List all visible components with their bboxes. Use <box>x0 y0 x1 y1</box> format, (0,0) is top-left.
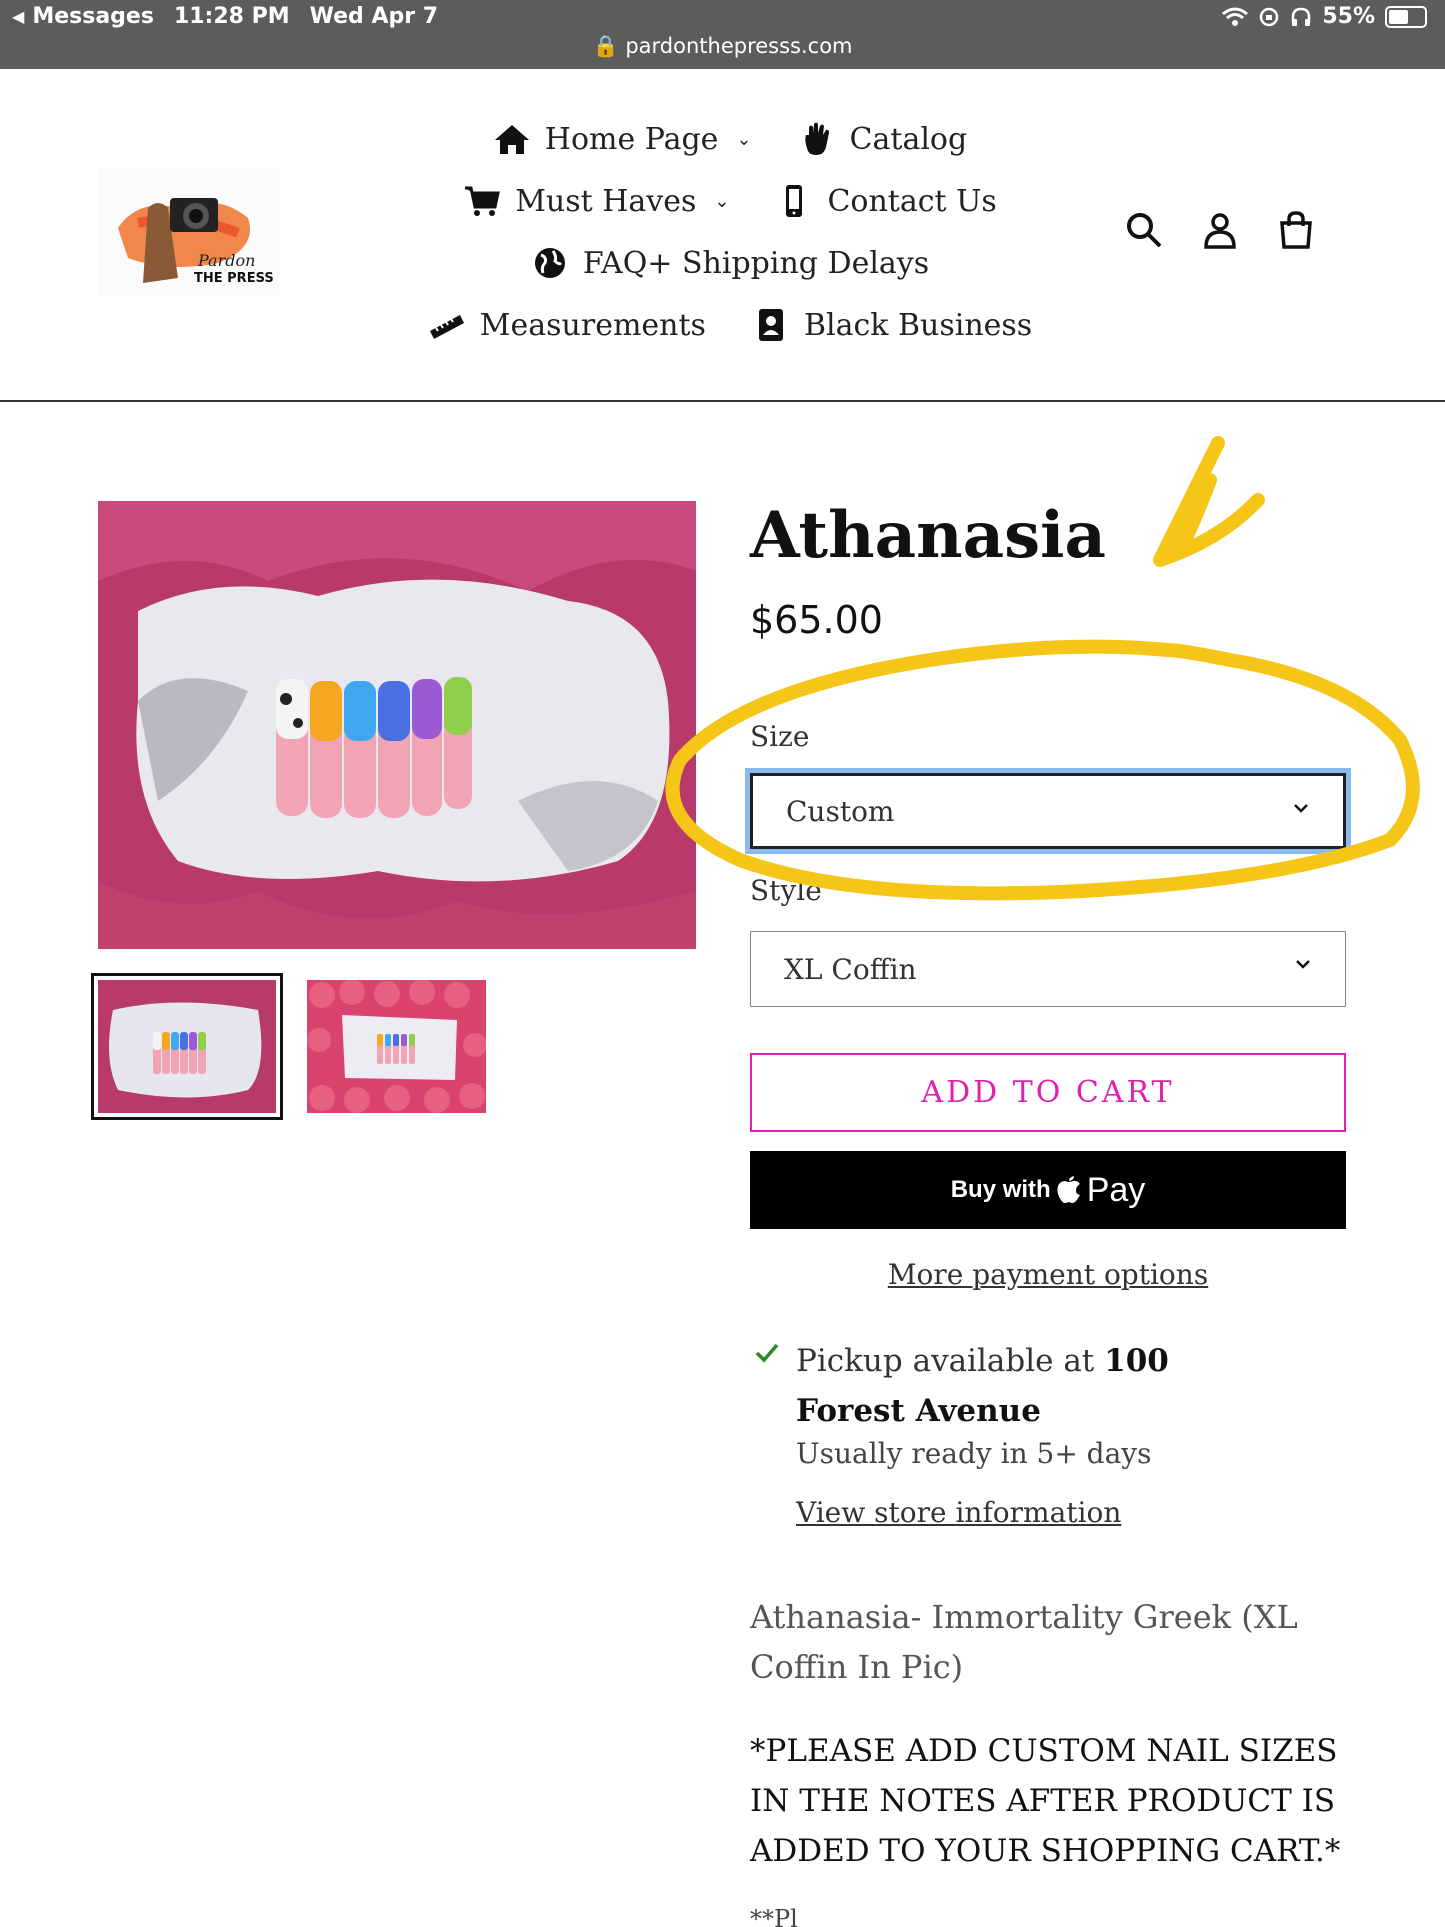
product-thumbnail-2[interactable] <box>307 979 487 1113</box>
chevron-down-icon <box>1294 804 1308 813</box>
annotation-arrow <box>1153 436 1265 567</box>
ruler-icon <box>429 315 464 339</box>
nav-item-measurements[interactable]: Measurements <box>428 307 706 343</box>
svg-text:THE PRESS: THE PRESS <box>194 271 274 286</box>
product-main-image[interactable] <box>98 501 696 949</box>
phone-icon <box>786 185 803 217</box>
nav-label-home: Home Page <box>544 121 719 157</box>
store-logo[interactable]: Pardon THE PRESS <box>98 168 280 296</box>
product-description: Athanasia- Immortality Greek (XL Coffin … <box>750 1598 1298 1686</box>
checkmark-icon <box>755 1343 779 1363</box>
status-date: Wed Apr 7 <box>309 4 439 29</box>
status-bar: ◀ Messages 11:28 PM Wed Apr 7 55% 🔒 pard… <box>0 0 1445 69</box>
apple-logo-icon <box>1057 1176 1080 1203</box>
chevron-down-icon: ⌄ <box>714 190 730 212</box>
add-to-cart-button[interactable]: ADD TO CART <box>750 1053 1346 1132</box>
main-nav: Home Page ⌄ Catalog Must Haves ⌄ Contact… <box>428 108 1032 356</box>
nav-item-faq[interactable]: FAQ+ Shipping Delays <box>531 245 929 281</box>
cart-icon <box>465 186 501 216</box>
status-time: 11:28 PM <box>173 4 290 29</box>
chevron-down-icon: ⌄ <box>736 128 752 150</box>
svg-text:Pardon: Pardon <box>197 251 255 270</box>
header-divider <box>0 400 1445 402</box>
url-text: pardonthepresss.com <box>625 34 853 58</box>
battery-icon <box>1385 5 1427 28</box>
nav-label-faq: FAQ+ Shipping Delays <box>582 245 930 281</box>
address-book-icon <box>758 309 783 341</box>
account-icon[interactable] <box>1200 210 1240 250</box>
rotation-lock-icon <box>1260 7 1279 26</box>
nav-item-black-business[interactable]: Black Business <box>752 307 1032 343</box>
size-select[interactable]: Custom <box>750 773 1346 849</box>
status-right: 55% <box>1222 4 1427 29</box>
back-app-label[interactable]: Messages <box>32 4 154 29</box>
home-icon <box>494 125 529 154</box>
search-icon[interactable] <box>1124 210 1164 250</box>
apple-pay-button[interactable]: Buy with Pay <box>750 1151 1346 1229</box>
nav-item-must-haves[interactable]: Must Haves ⌄ <box>463 183 729 219</box>
product-price: $65.00 <box>750 598 883 642</box>
nav-item-home[interactable]: Home Page ⌄ <box>493 121 752 157</box>
buy-with-label: Buy with <box>950 1176 1051 1203</box>
style-select-value: XL Coffin <box>784 952 917 986</box>
hand-icon <box>804 122 829 155</box>
truncated-text: **Pl <box>750 1905 798 1927</box>
pickup-ready-time: Usually ready in 5+ days <box>796 1437 1152 1470</box>
size-select-value: Custom <box>786 794 895 828</box>
style-label: Style <box>750 874 822 907</box>
nav-label-contact: Contact Us <box>827 183 997 219</box>
nav-label-black-business: Black Business <box>803 307 1033 343</box>
annotation-circle <box>665 639 1420 901</box>
nav-label-measurements: Measurements <box>479 307 706 343</box>
product-thumbnail-1[interactable] <box>91 973 283 1120</box>
back-arrow-icon[interactable]: ◀ <box>12 7 24 26</box>
status-left: ◀ Messages 11:28 PM Wed Apr 7 <box>12 4 438 29</box>
view-store-info-link[interactable]: View store information <box>796 1496 1121 1529</box>
size-label: Size <box>750 720 810 753</box>
header-icons <box>1124 210 1316 250</box>
nav-item-catalog[interactable]: Catalog <box>798 121 968 157</box>
product-title: Athanasia <box>750 498 1106 573</box>
more-payment-options-link[interactable]: More payment options <box>750 1258 1346 1291</box>
headphones-icon <box>1292 7 1311 26</box>
battery-percent: 55% <box>1322 4 1375 29</box>
style-select[interactable]: XL Coffin <box>750 931 1346 1007</box>
custom-size-notice: *PLEASE ADD CUSTOM NAIL SIZES IN THE NOT… <box>750 1733 1341 1869</box>
shopping-bag-icon[interactable] <box>1276 210 1316 250</box>
pickup-prefix: Pickup available at <box>796 1343 1095 1379</box>
pay-label: Pay <box>1086 1170 1146 1209</box>
nav-label-must-haves: Must Haves <box>515 183 697 219</box>
nav-item-contact[interactable]: Contact Us <box>775 183 997 219</box>
chevron-down-icon <box>1296 960 1310 969</box>
pickup-availability: Pickup available at 100 Forest Avenue <box>796 1336 1266 1436</box>
wifi-icon <box>1222 7 1249 26</box>
address-bar[interactable]: 🔒 pardonthepresss.com <box>0 34 1445 59</box>
globe-icon <box>534 248 565 278</box>
lock-icon: 🔒 <box>592 34 619 58</box>
nav-label-catalog: Catalog <box>849 121 968 157</box>
